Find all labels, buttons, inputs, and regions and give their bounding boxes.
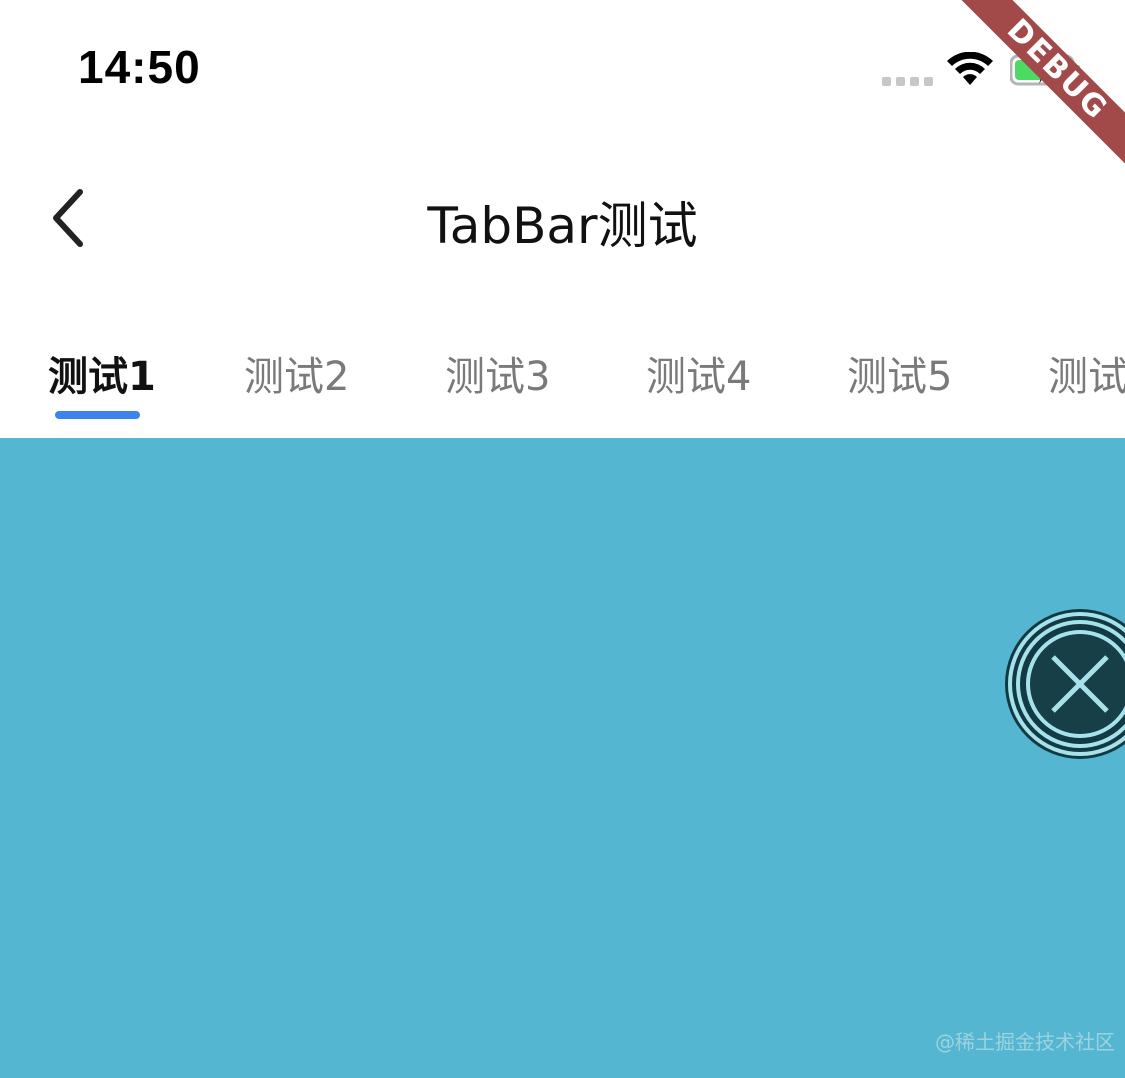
navigation-bar: TabBar测试 (0, 140, 1125, 290)
watermark: @稀土掘金技术社区 (935, 1030, 1115, 1054)
tab-3[interactable]: 测试3 (445, 344, 550, 402)
status-time: 14:50 (78, 41, 201, 93)
tab-5[interactable]: 测试5 (847, 344, 952, 402)
cellular-signal-icon (882, 77, 933, 86)
app-screen: 14:50 DEBUG TabBar测试 测试1 测试2 测试3 测试4 测试5… (0, 0, 1125, 1078)
tab-1[interactable]: 测试1 (48, 344, 156, 402)
floating-close-button[interactable] (1005, 609, 1125, 759)
close-icon (1005, 609, 1125, 759)
wifi-icon (947, 52, 993, 85)
tab-content (0, 438, 1125, 1078)
tab-4[interactable]: 测试4 (646, 344, 751, 402)
tab-bar: 测试1 测试2 测试3 测试4 测试5 测试 (0, 300, 1125, 438)
tab-2[interactable]: 测试2 (244, 344, 349, 402)
tab-indicator (55, 411, 140, 419)
tab-6[interactable]: 测试 (1048, 344, 1125, 402)
page-title: TabBar测试 (427, 197, 698, 255)
status-bar: 14:50 (0, 0, 1125, 140)
